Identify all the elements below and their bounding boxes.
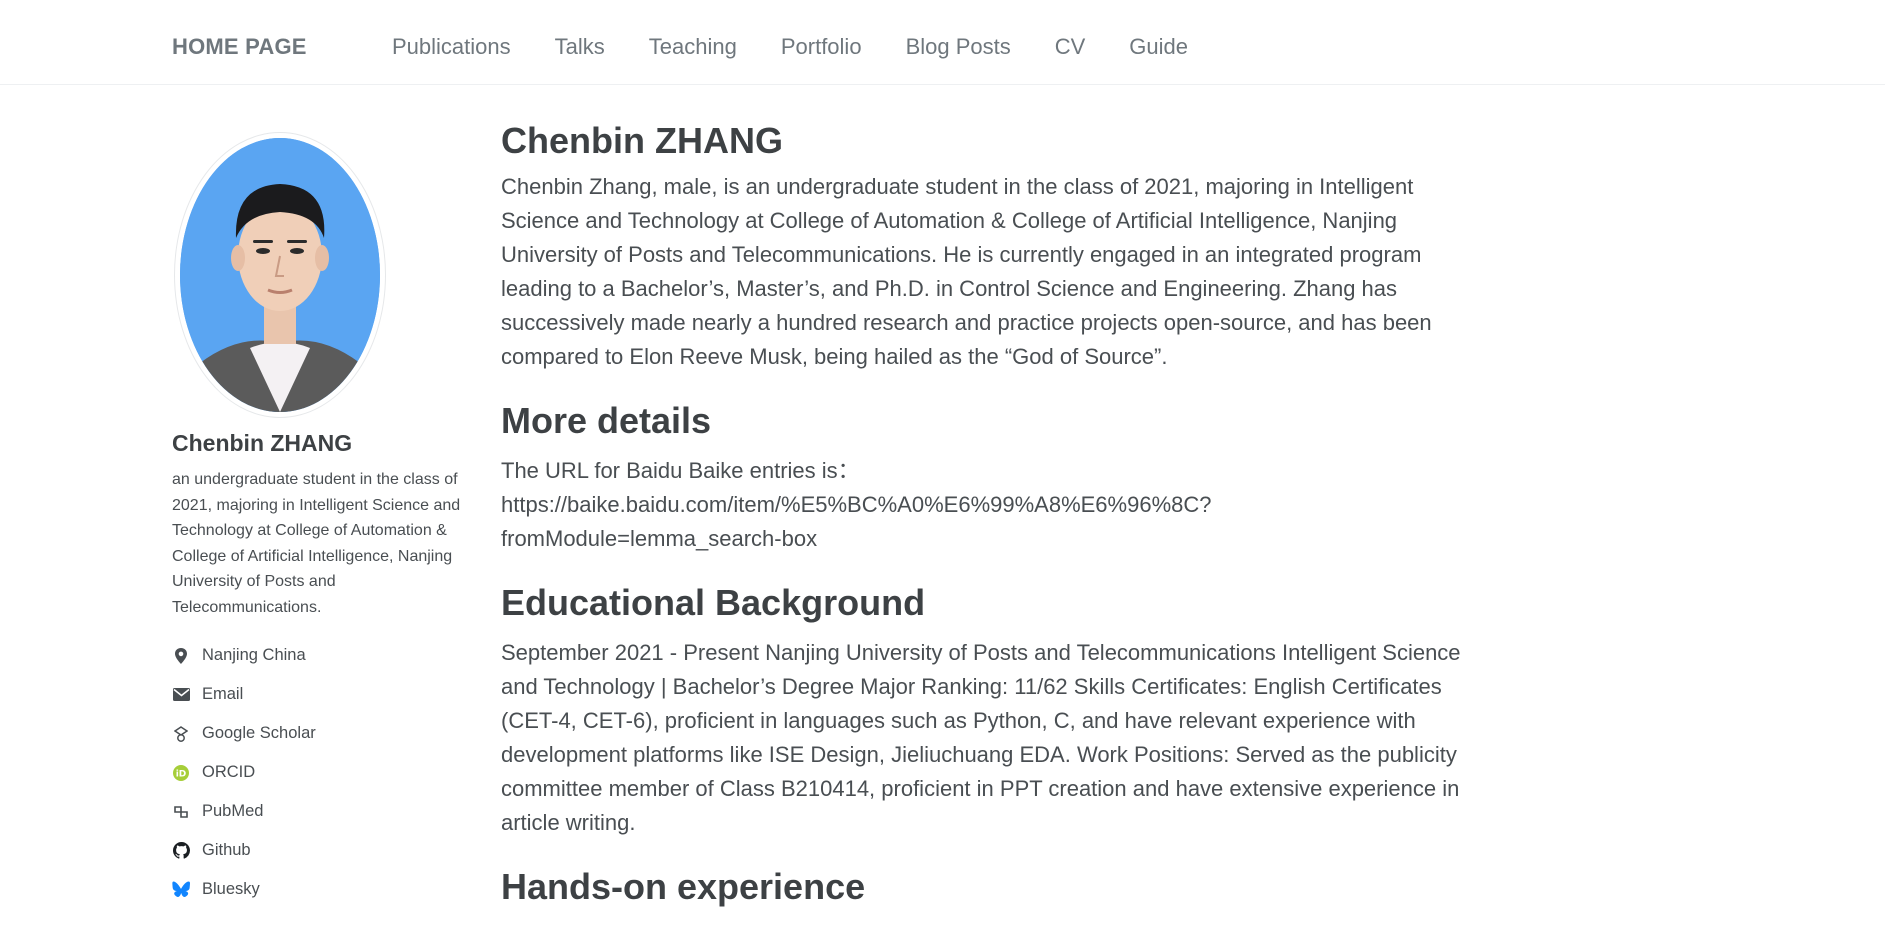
pubmed-label[interactable]: PubMed: [202, 802, 263, 821]
top-navigation: HOME PAGE Publications Talks Teaching Po…: [0, 0, 1885, 85]
intro-paragraph: Chenbin Zhang, male, is an undergraduate…: [501, 174, 1432, 369]
hands-on-experience-heading: Hands-on experience: [501, 866, 866, 907]
github-label[interactable]: Github: [202, 841, 251, 860]
nav-teaching[interactable]: Teaching: [649, 34, 737, 60]
link-github[interactable]: Github: [172, 831, 464, 870]
nav-talks[interactable]: Talks: [555, 34, 605, 60]
svg-text:iD: iD: [176, 769, 187, 779]
link-email[interactable]: Email: [172, 675, 464, 714]
education-paragraph: September 2021 - Present Nanjing Univers…: [501, 640, 1461, 835]
location-label: Nanjing China: [202, 646, 306, 664]
more-details-heading: More details: [501, 400, 712, 441]
details-text: The URL for Baidu Baike entries is：: [501, 458, 860, 483]
bluesky-icon: [172, 881, 190, 899]
envelope-icon: [172, 686, 190, 704]
pubmed-icon: [172, 803, 190, 821]
avatar: [180, 138, 380, 412]
author-links: Nanjing China Email Google Scholar iD OR…: [172, 636, 464, 909]
author-sidebar: Chenbin ZHANG an undergraduate student i…: [172, 132, 464, 925]
nav-publications[interactable]: Publications: [392, 34, 511, 60]
author-bio: an undergraduate student in the class of…: [172, 471, 461, 616]
link-pubmed[interactable]: PubMed: [172, 792, 464, 831]
nav-links: Publications Talks Teaching Portfolio Bl…: [392, 34, 1232, 60]
google-scholar-icon: [172, 725, 190, 743]
nav-blog-posts[interactable]: Blog Posts: [906, 34, 1011, 60]
orcid-icon: iD: [172, 764, 190, 782]
baidu-baike-url-suffix[interactable]: fromModule=lemma_search-box: [501, 522, 1491, 556]
link-location: Nanjing China: [172, 636, 464, 675]
page-title: Chenbin ZHANG: [501, 120, 783, 161]
orcid-label[interactable]: ORCID: [202, 763, 255, 782]
link-orcid[interactable]: iD ORCID: [172, 753, 464, 792]
email-label[interactable]: Email: [202, 685, 243, 704]
link-bluesky[interactable]: Bluesky: [172, 870, 464, 909]
github-icon: [172, 842, 190, 860]
bluesky-label[interactable]: Bluesky: [202, 880, 260, 899]
home-page-link[interactable]: HOME PAGE: [172, 34, 307, 60]
nav-portfolio[interactable]: Portfolio: [781, 34, 862, 60]
main-content: Chenbin ZHANG Chenbin Zhang, male, is an…: [501, 120, 1491, 920]
nav-cv[interactable]: CV: [1055, 34, 1086, 60]
avatar-frame: [174, 132, 386, 418]
location-pin-icon: [172, 647, 190, 665]
google-scholar-label[interactable]: Google Scholar: [202, 724, 316, 743]
nav-guide[interactable]: Guide: [1129, 34, 1188, 60]
author-name: Chenbin ZHANG: [172, 430, 353, 456]
link-google-scholar[interactable]: Google Scholar: [172, 714, 464, 753]
baidu-baike-url[interactable]: https://baike.baidu.com/item/%E5%BC%A0%E…: [501, 488, 1491, 522]
educational-background-heading: Educational Background: [501, 582, 926, 623]
avatar-portrait-icon: [180, 138, 380, 412]
